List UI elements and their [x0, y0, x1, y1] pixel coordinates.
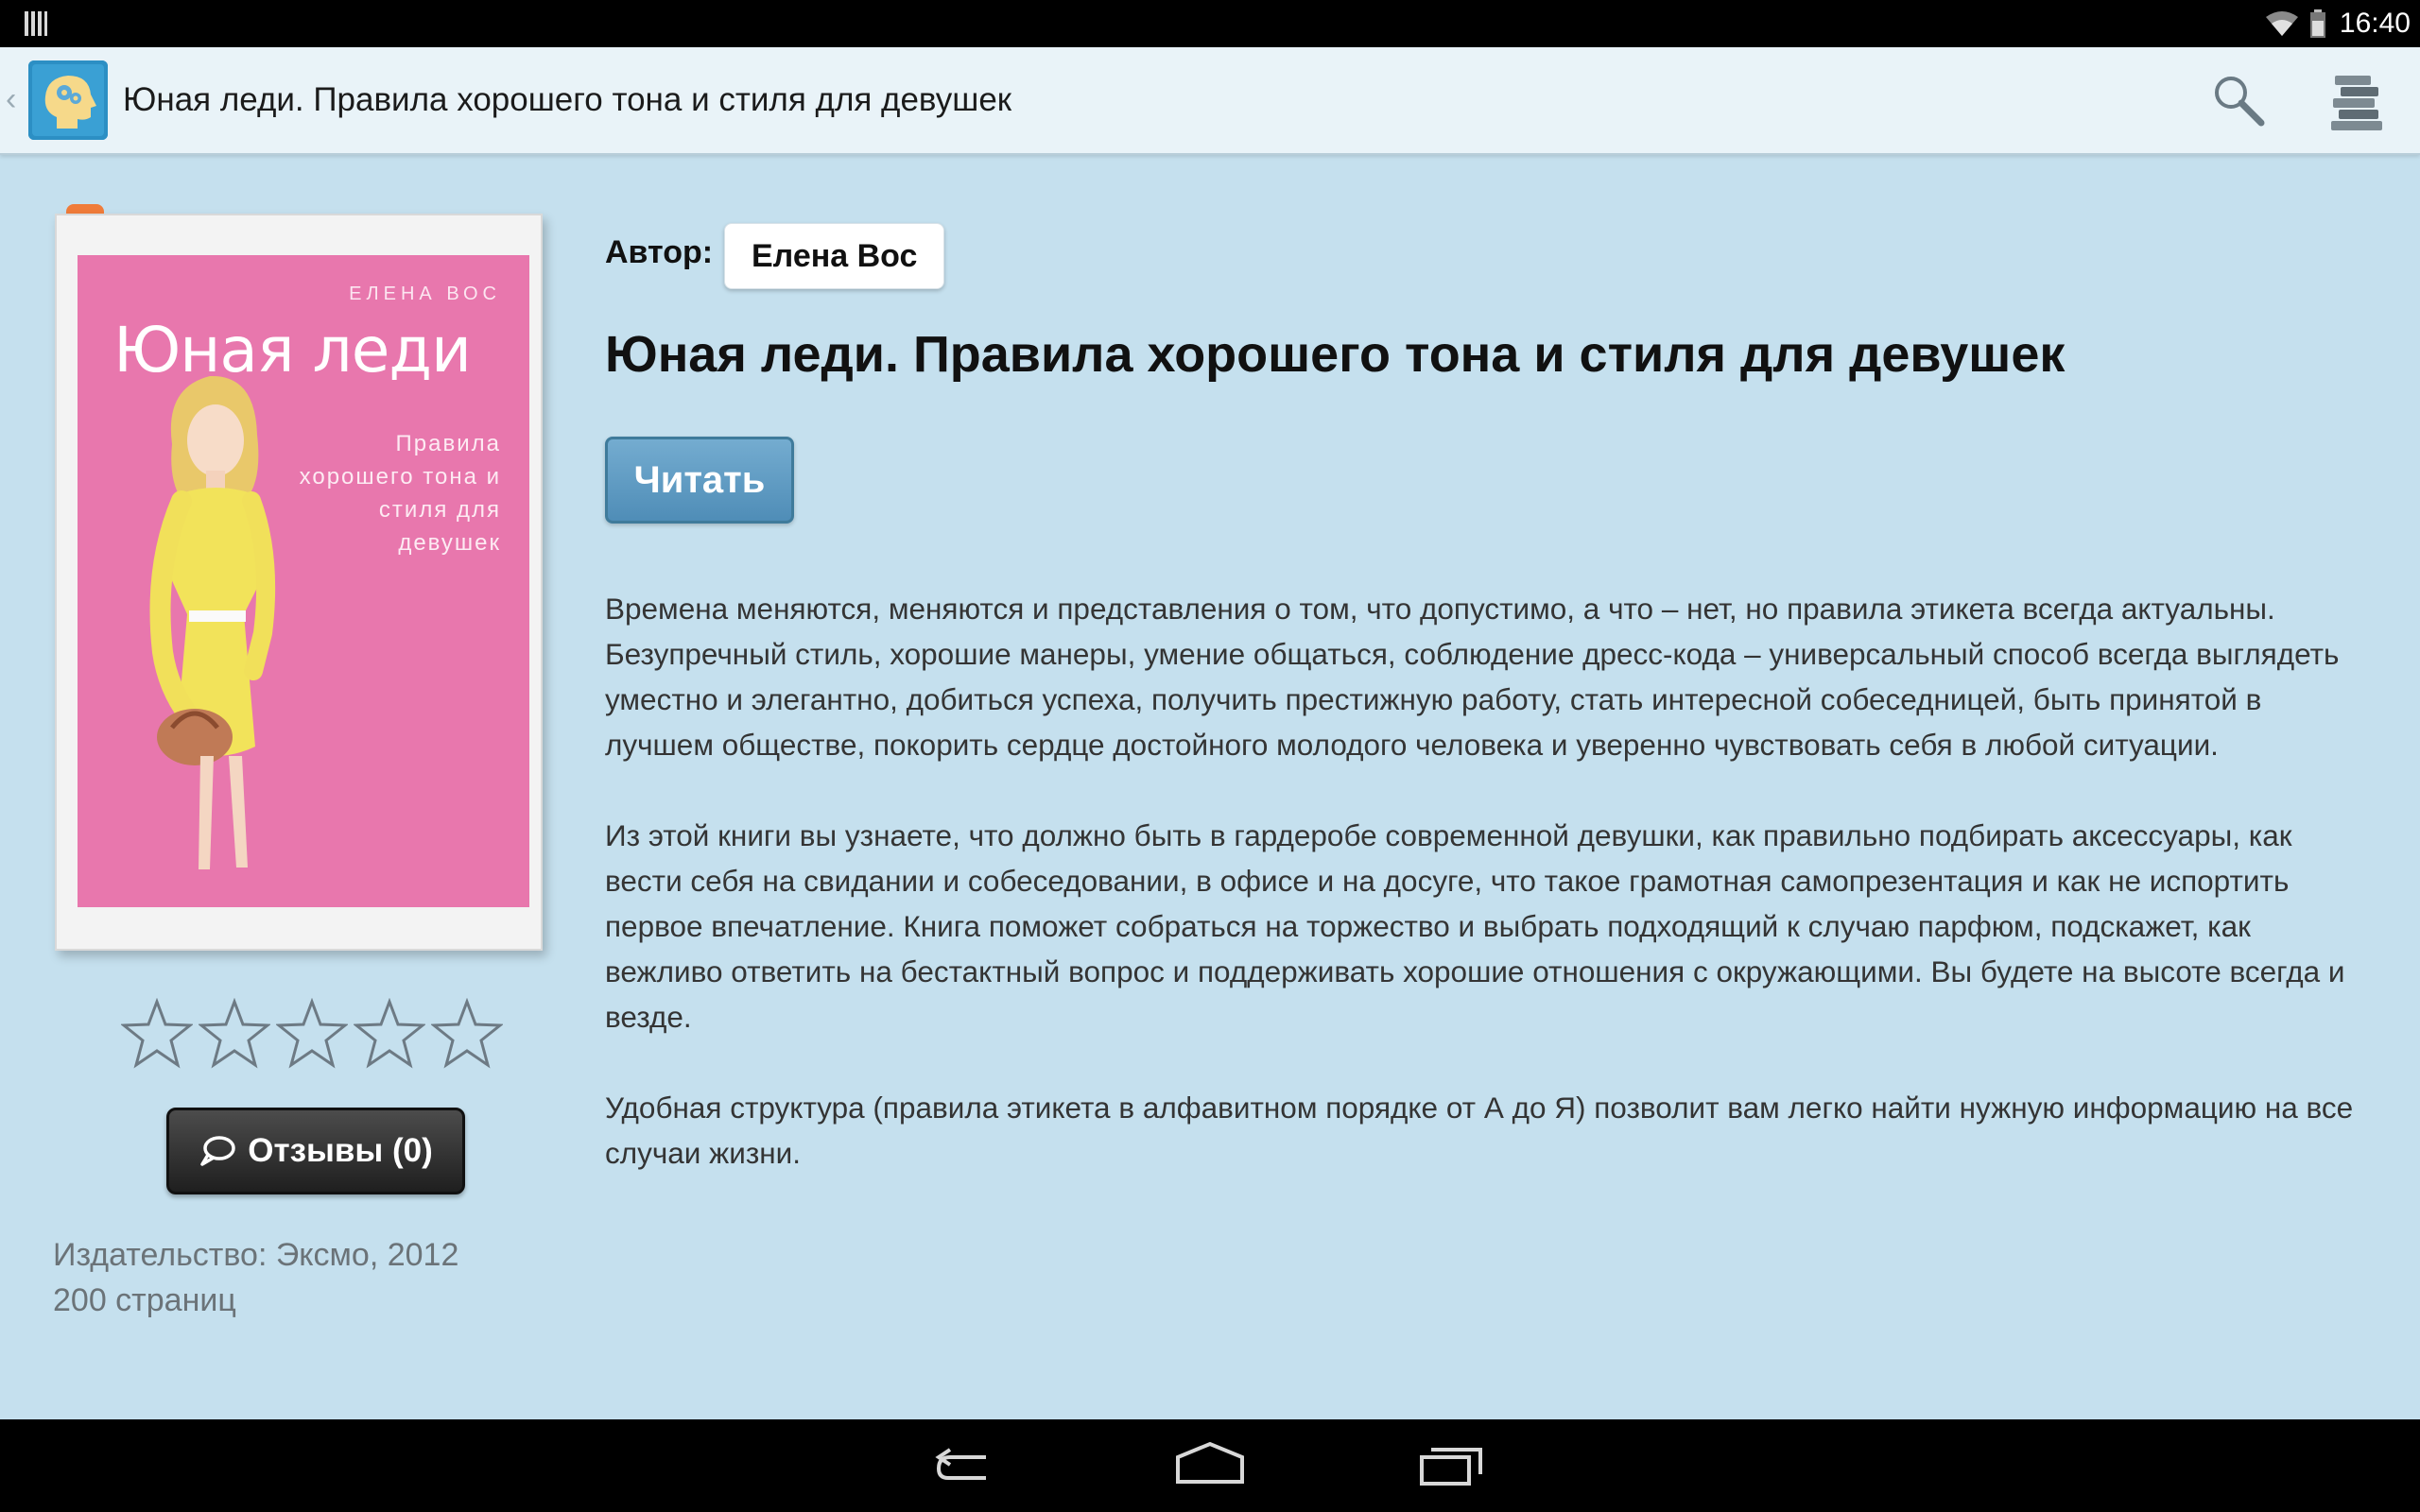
battery-icon — [2309, 9, 2325, 38]
library-stack-icon[interactable] — [2325, 68, 2392, 134]
pages-line: 200 страниц — [53, 1282, 236, 1318]
book-title: Юная леди. Правила хорошего тона и стиля… — [605, 326, 2066, 383]
cover-subtitle: Правила хорошего тона и стиля для девуше… — [299, 431, 501, 556]
navigation-bar — [0, 1419, 2420, 1512]
star-4-icon[interactable] — [354, 998, 425, 1070]
cover-title: Юная леди — [113, 314, 472, 387]
wifi-icon — [2265, 11, 2298, 36]
book-cover[interactable]: ЕЛЕНА ВОС Юная леди Правила хорошего тон… — [55, 214, 543, 951]
back-icon[interactable] — [929, 1436, 1005, 1495]
status-clock: 16:40 — [2339, 8, 2411, 39]
description-paragraph: Удобная структура (правила этикета в алф… — [605, 1091, 2354, 1170]
app-head-gears-icon[interactable] — [28, 60, 108, 140]
star-1-icon[interactable] — [121, 998, 193, 1070]
publisher-info: Издательство: Эксмо, 2012 200 страниц — [53, 1232, 458, 1323]
barcode-icon — [25, 11, 47, 36]
action-bar: ‹ Юная леди. Правила хорошего тона и сти… — [0, 47, 2420, 155]
action-bar-title: Юная леди. Правила хорошего тона и стиля… — [123, 81, 1012, 118]
publisher-line: Издательство: Эксмо, 2012 — [53, 1237, 459, 1273]
reviews-label: Отзывы (0) — [248, 1132, 433, 1169]
cover-author: ЕЛЕНА ВОС — [349, 284, 501, 304]
cover-art: ЕЛЕНА ВОС Юная леди Правила хорошего тон… — [78, 255, 529, 907]
description-paragraph: Из этой книги вы узнаете, что должно быт… — [605, 818, 2345, 1034]
status-bar: 16:40 — [0, 0, 2420, 47]
star-5-icon[interactable] — [431, 998, 503, 1070]
description-paragraph: Времена меняются, меняются и представлен… — [605, 592, 2340, 762]
author-button[interactable]: Елена Вос — [724, 223, 945, 289]
star-3-icon[interactable] — [276, 998, 348, 1070]
star-2-icon[interactable] — [199, 998, 270, 1070]
book-description: Времена меняются, меняются и представлен… — [605, 586, 2363, 1221]
home-icon[interactable] — [1172, 1436, 1248, 1495]
author-label: Автор: — [605, 234, 714, 270]
status-right: 16:40 — [2264, 0, 2411, 47]
recents-icon[interactable] — [1414, 1436, 1490, 1495]
speech-bubble-icon — [200, 1136, 235, 1166]
rating-stars[interactable] — [121, 998, 509, 1070]
reviews-button[interactable]: Отзывы (0) — [166, 1108, 465, 1194]
read-button[interactable]: Читать — [605, 437, 794, 524]
search-icon[interactable] — [2208, 70, 2269, 130]
up-chevron-icon[interactable]: ‹ — [6, 81, 16, 118]
